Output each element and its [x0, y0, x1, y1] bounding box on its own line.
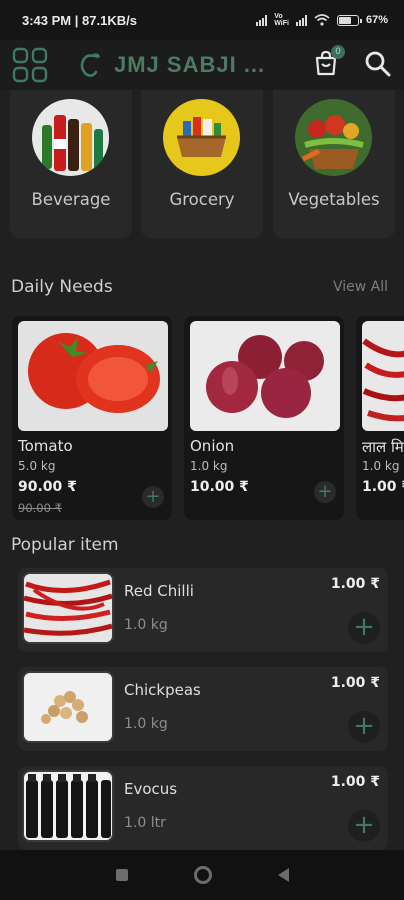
add-to-cart-button[interactable]: + [314, 481, 336, 503]
plus-icon: + [353, 612, 375, 642]
category-label: Grocery [169, 190, 235, 209]
product-name: Evocus [124, 780, 178, 798]
product-name: Tomato [18, 437, 73, 455]
product-old-price: 90.00 ₹ [18, 501, 62, 515]
add-to-cart-button[interactable]: + [142, 486, 164, 508]
product-qty: 1.0 ltr [124, 815, 166, 831]
product-price: 1.00 ₹ [330, 774, 380, 790]
product-price: 1.00 ₹ [330, 675, 380, 691]
status-separator: | [74, 12, 83, 28]
leaf-logo-icon [80, 53, 100, 77]
category-card-vegetables[interactable]: Vegetables [273, 90, 395, 238]
cart-button[interactable]: 0 [312, 45, 345, 79]
grocery-basket-image [163, 99, 240, 176]
chilli-image [362, 321, 404, 431]
popular-item-title: Popular item [11, 535, 119, 555]
category-row: Beverage Grocery Vegetables [10, 90, 404, 238]
bottles-image [32, 99, 109, 176]
status-time: 3:43 PM [22, 12, 72, 28]
vegetable-basket-image [295, 99, 372, 176]
daily-needs-card-tomato[interactable]: Tomato 5.0 kg 90.00 ₹ 90.00 ₹ + [12, 316, 172, 520]
daily-needs-card-chilli[interactable]: लाल मि 1.0 kg 1.00 ₹ [356, 316, 404, 520]
product-qty: 1.0 kg [124, 716, 168, 732]
app-title: JMJ SABJI ... [114, 52, 266, 77]
battery-percent: 67% [365, 14, 388, 26]
category-card-beverage[interactable]: Beverage [10, 90, 132, 238]
signal-icon-2 [295, 14, 307, 26]
app-bar: JMJ SABJI ... 0 [0, 40, 404, 90]
status-icons: Vo WiFi 67% [256, 13, 388, 27]
product-name: Red Chilli [124, 582, 194, 600]
battery-icon [336, 14, 362, 26]
add-to-cart-button[interactable]: + [348, 612, 380, 644]
popular-item-chickpeas[interactable]: Chickpeas 1.0 kg 1.00 ₹ + [18, 667, 388, 751]
recents-icon[interactable] [115, 869, 128, 881]
popular-item-red-chilli[interactable]: Red Chilli 1.0 kg 1.00 ₹ + [18, 568, 388, 652]
daily-needs-title: Daily Needs [11, 277, 113, 297]
product-name: Onion [190, 437, 235, 455]
add-to-cart-button[interactable]: + [348, 711, 380, 743]
popular-item-evocus[interactable]: Evocus 1.0 ltr 1.00 ₹ + [18, 766, 388, 850]
wifi-icon [314, 14, 330, 26]
menu-grid-icon[interactable] [12, 47, 48, 83]
tomato-image [18, 321, 168, 431]
daily-needs-card-onion[interactable]: Onion 1.0 kg 10.00 ₹ + [184, 316, 344, 520]
home-icon[interactable] [193, 866, 212, 884]
onion-image [190, 321, 340, 431]
back-icon[interactable] [277, 868, 289, 882]
status-bar: 3:43 PM | 87.1KB/s Vo WiFi 67% [0, 0, 404, 40]
plus-icon: + [145, 486, 161, 507]
product-price: 90.00 ₹ [18, 479, 77, 495]
chickpeas-image [22, 671, 114, 743]
product-qty: 1.0 kg [124, 617, 168, 633]
product-price: 1.00 ₹ [362, 479, 404, 495]
signal-icon [256, 14, 268, 26]
red-chilli-image [22, 572, 114, 644]
add-to-cart-button[interactable]: + [348, 810, 380, 842]
evocus-bottles-image [22, 770, 114, 842]
product-qty: 5.0 kg [18, 459, 56, 473]
category-label: Vegetables [288, 190, 380, 209]
plus-icon: + [317, 481, 333, 502]
status-speed: 87.1KB/s [82, 12, 137, 28]
product-name: Chickpeas [124, 681, 201, 699]
category-card-grocery[interactable]: Grocery [141, 90, 263, 238]
product-price: 10.00 ₹ [190, 479, 249, 495]
vowifi-label: Vo WiFi [274, 13, 289, 27]
product-price: 1.00 ₹ [330, 576, 380, 592]
plus-icon: + [353, 810, 375, 840]
category-label: Beverage [31, 190, 111, 209]
cart-count-badge: 0 [331, 45, 345, 59]
product-qty: 1.0 kg [190, 459, 228, 473]
view-all-link[interactable]: View All [333, 279, 388, 295]
product-name: लाल मि [362, 438, 404, 456]
status-left: 3:43 PM | 87.1KB/s [22, 13, 137, 28]
system-nav-bar [0, 850, 404, 900]
plus-icon: + [353, 711, 375, 741]
product-qty: 1.0 kg [362, 459, 400, 473]
search-icon[interactable] [364, 50, 392, 78]
